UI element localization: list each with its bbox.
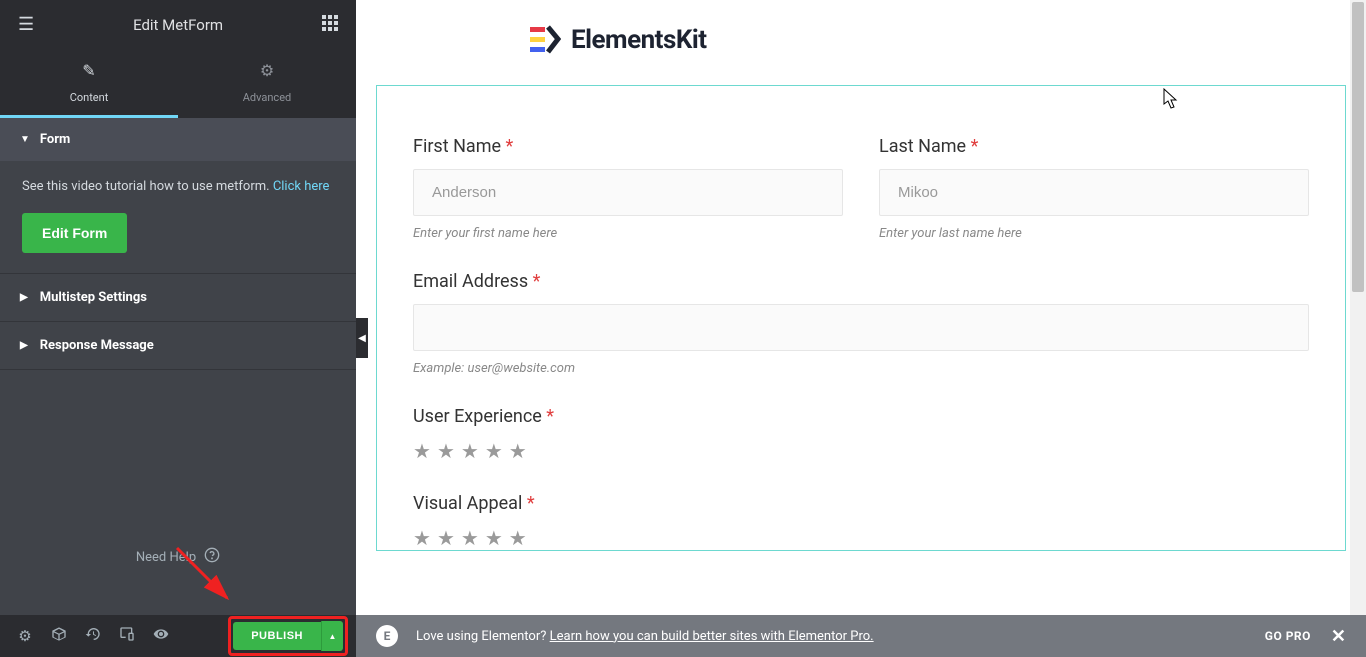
required-asterisk: * (971, 136, 979, 157)
email-label: Email Address * (413, 271, 1309, 292)
panel-multistep[interactable]: ▶ Multistep Settings (0, 274, 356, 322)
help-circle-icon (204, 547, 220, 567)
scrollbar[interactable] (1350, 0, 1366, 657)
last-name-label: Last Name * (879, 136, 1309, 157)
caret-right-icon: ▶ (20, 292, 28, 303)
star-icon[interactable]: ★ (485, 526, 503, 550)
navigator-icon[interactable] (42, 626, 76, 646)
ux-label-text: User Experience (413, 406, 542, 427)
preview-area: ElementsKit First Name * Enter your firs… (356, 0, 1366, 657)
field-visual: Visual Appeal * ★ ★ ★ ★ ★ (413, 493, 1309, 550)
field-last-name: Last Name * Enter your last name here (879, 136, 1309, 241)
star-icon[interactable]: ★ (509, 439, 527, 463)
visual-label-text: Visual Appeal (413, 493, 522, 514)
star-icon[interactable]: ★ (437, 526, 455, 550)
star-icon[interactable]: ★ (461, 439, 479, 463)
edit-form-button[interactable]: Edit Form (22, 213, 127, 253)
first-name-help: Enter your first name here (413, 226, 843, 241)
tutorial-text: See this video tutorial how to use metfo… (22, 177, 334, 197)
visual-rating: ★ ★ ★ ★ ★ (413, 526, 1309, 550)
logo-text: ElementsKit (571, 25, 707, 55)
panel-form-body: See this video tutorial how to use metfo… (0, 161, 356, 273)
tab-content[interactable]: ✎ Content (0, 49, 178, 118)
hamburger-icon[interactable]: ☰ (10, 6, 42, 43)
required-asterisk: * (533, 271, 541, 292)
editor-sidebar: ☰ Edit MetForm ✎ Content ⚙ Advanced ▼ Fo… (0, 0, 356, 657)
caret-right-icon: ▶ (20, 340, 28, 351)
last-name-label-text: Last Name (879, 136, 966, 157)
required-asterisk: * (527, 493, 535, 514)
star-icon[interactable]: ★ (509, 526, 527, 550)
star-icon[interactable]: ★ (413, 526, 431, 550)
promo-intro: Love using Elementor? (416, 629, 550, 644)
preview-eye-icon[interactable] (144, 626, 178, 646)
promo-bar: E Love using Elementor? Learn how you ca… (356, 615, 1366, 657)
field-ux: User Experience * ★ ★ ★ ★ ★ (413, 406, 1309, 463)
required-asterisk: * (546, 406, 554, 427)
scrollbar-thumb[interactable] (1352, 2, 1364, 292)
tutorial-link[interactable]: Click here (273, 179, 330, 194)
panel-form-label: Form (40, 132, 70, 147)
settings-icon[interactable]: ⚙ (8, 627, 42, 645)
responsive-icon[interactable] (110, 626, 144, 646)
sidebar-tabs: ✎ Content ⚙ Advanced (0, 49, 356, 118)
promo-link[interactable]: Learn how you can build better sites wit… (550, 629, 874, 644)
field-first-name: First Name * Enter your first name here (413, 136, 843, 241)
go-pro-button[interactable]: GO PRO (1265, 629, 1311, 643)
panel-response-label: Response Message (40, 338, 154, 353)
last-name-help: Enter your last name here (879, 226, 1309, 241)
logo-mark-icon (530, 24, 561, 55)
tab-content-label: Content (70, 91, 109, 104)
sidebar-header: ☰ Edit MetForm (0, 0, 356, 49)
panel-response[interactable]: ▶ Response Message (0, 322, 356, 370)
star-icon[interactable]: ★ (461, 526, 479, 550)
pencil-icon: ✎ (0, 61, 178, 80)
caret-down-icon: ▼ (20, 134, 30, 145)
promo-text: Love using Elementor? Learn how you can … (416, 629, 874, 644)
sidebar-collapse-handle[interactable]: ◀ (356, 318, 368, 358)
tab-advanced-label: Advanced (243, 91, 291, 104)
publish-options-caret[interactable]: ▲ (321, 621, 343, 651)
publish-highlight: PUBLISH ▲ (228, 616, 348, 656)
publish-button[interactable]: PUBLISH (233, 622, 321, 650)
panel-form-heading[interactable]: ▼ Form (0, 118, 356, 161)
history-icon[interactable] (76, 626, 110, 646)
sidebar-footer: ⚙ PUBLISH ▲ (0, 615, 356, 657)
email-input[interactable] (413, 304, 1309, 351)
apps-grid-icon[interactable] (314, 7, 346, 43)
ux-rating: ★ ★ ★ ★ ★ (413, 439, 1309, 463)
panel-form: ▼ Form See this video tutorial how to us… (0, 118, 356, 274)
star-icon[interactable]: ★ (485, 439, 503, 463)
tab-advanced[interactable]: ⚙ Advanced (178, 49, 356, 118)
email-label-text: Email Address (413, 271, 528, 292)
need-help[interactable]: Need Help (0, 517, 356, 597)
star-icon[interactable]: ★ (413, 439, 431, 463)
panel-multistep-label: Multistep Settings (40, 290, 147, 305)
close-icon[interactable]: ✕ (1331, 626, 1346, 647)
first-name-label-text: First Name (413, 136, 501, 157)
first-name-input[interactable] (413, 169, 843, 216)
logo: ElementsKit (530, 24, 1346, 55)
tutorial-intro: See this video tutorial how to use metfo… (22, 179, 273, 194)
form-container[interactable]: First Name * Enter your first name here … (376, 85, 1346, 551)
star-icon[interactable]: ★ (437, 439, 455, 463)
field-email: Email Address * Example: user@website.co… (413, 271, 1309, 376)
first-name-label: First Name * (413, 136, 843, 157)
email-help: Example: user@website.com (413, 361, 1309, 376)
elementor-logo-icon: E (376, 625, 398, 647)
visual-label: Visual Appeal * (413, 493, 1309, 514)
gear-icon: ⚙ (178, 61, 356, 80)
need-help-label: Need Help (136, 550, 196, 565)
ux-label: User Experience * (413, 406, 1309, 427)
last-name-input[interactable] (879, 169, 1309, 216)
sidebar-title: Edit MetForm (133, 16, 223, 34)
required-asterisk: * (506, 136, 514, 157)
